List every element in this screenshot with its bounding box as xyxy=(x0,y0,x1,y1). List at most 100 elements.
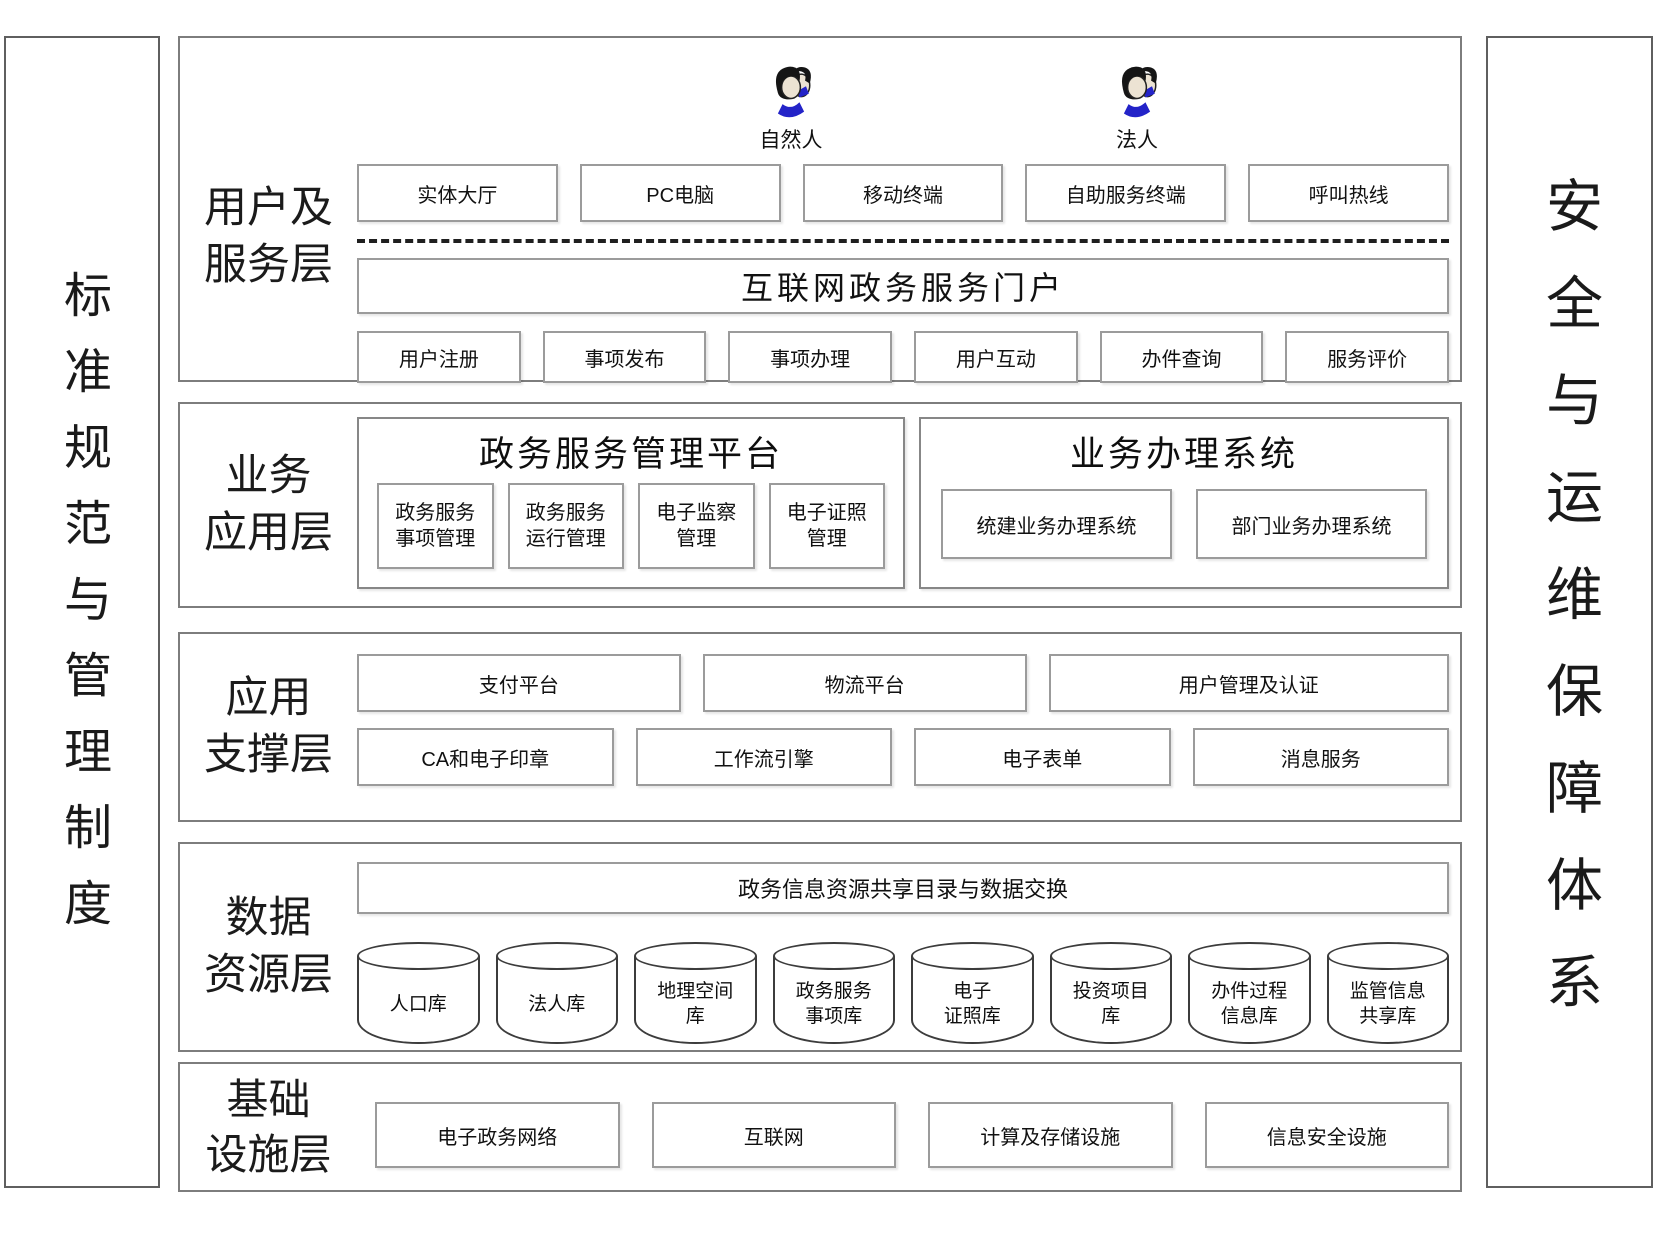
system-box: 统建业务办理系统 xyxy=(941,489,1172,559)
platform-module-box: 电子证照 管理 xyxy=(769,483,886,569)
data-exchange-box: 政务信息资源共享目录与数据交换 xyxy=(357,862,1449,914)
support-box: CA和电子印章 xyxy=(357,728,614,786)
service-mgmt-platform-group: 政务服务管理平台 政务服务 事项管理 政务服务 运行管理 电子监察 管理 xyxy=(357,417,905,589)
group-items: 统建业务办理系统 部门业务办理系统 xyxy=(921,483,1447,577)
channel-box: 实体大厅 xyxy=(357,164,558,222)
module-line: 管理 xyxy=(676,526,716,552)
facility-box: 互联网 xyxy=(652,1102,897,1168)
portal-function-row: 用户注册 事项发布 事项办理 用户互动 办件查询 服务评价 xyxy=(357,331,1449,383)
cylinder-top xyxy=(911,942,1034,970)
db-line: 库 xyxy=(686,1005,705,1030)
cylinder-top xyxy=(1188,942,1311,970)
db-line: 监管信息 xyxy=(1350,980,1426,1005)
user-service-layer-label: 用户及 服务层 xyxy=(180,38,357,380)
module-line: 运行管理 xyxy=(526,526,606,552)
label-line: 资源层 xyxy=(204,947,333,1004)
channel-box: 呼叫热线 xyxy=(1248,164,1449,222)
function-box: 事项办理 xyxy=(728,331,892,383)
app-support-layer: 应用 支撑层 支付平台 物流平台 用户管理及认证 CA和电子印章 工作流引擎 电… xyxy=(178,632,1462,822)
function-box: 事项发布 xyxy=(543,331,707,383)
support-box: 电子表单 xyxy=(914,728,1171,786)
business-app-layer: 业务 应用层 政务服务管理平台 政务服务 事项管理 政务服务 运行管理 xyxy=(178,402,1462,608)
data-resource-layer-label: 数据 资源层 xyxy=(180,844,357,1050)
natural-person: 自然人 xyxy=(743,60,839,154)
database-cylinder: 法人库 xyxy=(496,942,619,1044)
label-line: 用户及 xyxy=(204,180,333,237)
person-pair-icon xyxy=(767,60,815,120)
cylinder-top xyxy=(634,942,757,970)
db-line: 证照库 xyxy=(944,1005,1001,1030)
user-service-layer: 用户及 服务层 自然人 xyxy=(178,36,1462,382)
infrastructure-layer: 基础 设施层 电子政务网络 互联网 计算及存储设施 信息安全设施 xyxy=(178,1062,1462,1192)
cylinder-top xyxy=(357,942,480,970)
support-box: 消息服务 xyxy=(1193,728,1450,786)
module-line: 管理 xyxy=(807,526,847,552)
user-service-layer-content: 自然人 法人 实体大厅 PC电脑 移动终端 自助服务终端 xyxy=(357,38,1460,380)
dashed-separator xyxy=(357,239,1449,243)
module-line: 事项管理 xyxy=(395,526,475,552)
function-box: 办件查询 xyxy=(1100,331,1264,383)
database-cylinder: 电子 证照库 xyxy=(911,942,1034,1044)
label-line: 基础 xyxy=(226,1072,310,1127)
module-line: 电子监察 xyxy=(656,500,736,526)
support-row-1: 支付平台 物流平台 用户管理及认证 xyxy=(357,654,1449,712)
business-app-layer-label: 业务 应用层 xyxy=(180,404,357,606)
app-support-layer-label: 应用 支撑层 xyxy=(180,634,357,820)
support-box: 物流平台 xyxy=(703,654,1027,712)
label-line: 数据 xyxy=(226,890,312,947)
cylinder-top xyxy=(1050,942,1173,970)
support-box: 支付平台 xyxy=(357,654,681,712)
architecture-diagram: 标准规范与管理制度 安全与运维保障体系 用户及 服务层 自然人 xyxy=(0,0,1654,1260)
label-line: 设施层 xyxy=(205,1127,331,1182)
label-line: 应用 xyxy=(226,670,312,727)
db-line: 电子 xyxy=(953,980,991,1005)
facility-box: 计算及存储设施 xyxy=(928,1102,1173,1168)
person-pair-icon xyxy=(1113,60,1161,120)
system-box: 部门业务办理系统 xyxy=(1196,489,1427,559)
infrastructure-layer-content: 电子政务网络 互联网 计算及存储设施 信息安全设施 xyxy=(357,1064,1460,1190)
app-support-layer-content: 支付平台 物流平台 用户管理及认证 CA和电子印章 工作流引擎 电子表单 消息服… xyxy=(357,634,1460,820)
group-items: 政务服务 事项管理 政务服务 运行管理 电子监察 管理 电子证照 xyxy=(359,483,903,587)
actor-label: 法人 xyxy=(1116,124,1158,154)
data-resource-layer: 数据 资源层 政务信息资源共享目录与数据交换 人口库 法人库 xyxy=(178,842,1462,1052)
database-cylinder: 地理空间 库 xyxy=(634,942,757,1044)
database-cylinder: 投资项目 库 xyxy=(1050,942,1173,1044)
database-cylinder: 监管信息 共享库 xyxy=(1327,942,1450,1044)
facility-box: 电子政务网络 xyxy=(375,1102,620,1168)
group-title: 政务服务管理平台 xyxy=(359,419,903,483)
facility-box: 信息安全设施 xyxy=(1205,1102,1450,1168)
database-cylinder: 办件过程 信息库 xyxy=(1188,942,1311,1044)
label-line: 应用层 xyxy=(204,505,333,562)
internet-portal-box: 互联网政务服务门户 xyxy=(357,258,1449,314)
label-line: 业务 xyxy=(226,448,312,505)
cylinder-top xyxy=(773,942,896,970)
channel-box: PC电脑 xyxy=(580,164,781,222)
facility-row: 电子政务网络 互联网 计算及存储设施 信息安全设施 xyxy=(357,1102,1449,1168)
security-ops-pillar-label: 安全与运维保障体系 xyxy=(1529,176,1611,1049)
db-line: 政务服务 xyxy=(796,980,872,1005)
legal-person: 法人 xyxy=(1089,60,1185,154)
business-app-layer-content: 政务服务管理平台 政务服务 事项管理 政务服务 运行管理 电子监察 管理 xyxy=(357,404,1460,606)
actor-label: 自然人 xyxy=(760,124,823,154)
support-box: 用户管理及认证 xyxy=(1049,654,1450,712)
db-line: 事项库 xyxy=(805,1005,862,1030)
database-cylinder: 人口库 xyxy=(357,942,480,1044)
cylinder-top xyxy=(1327,942,1450,970)
module-line: 政务服务 xyxy=(526,500,606,526)
security-ops-pillar: 安全与运维保障体系 xyxy=(1486,36,1653,1188)
db-line: 投资项目 xyxy=(1073,980,1149,1005)
business-system-group: 业务办理系统 统建业务办理系统 部门业务办理系统 xyxy=(919,417,1449,589)
module-line: 政务服务 xyxy=(395,500,475,526)
infrastructure-layer-label: 基础 设施层 xyxy=(180,1064,357,1190)
channel-row: 实体大厅 PC电脑 移动终端 自助服务终端 呼叫热线 xyxy=(357,164,1449,222)
label-line: 支撑层 xyxy=(204,727,333,784)
database-row: 人口库 法人库 地理空间 库 xyxy=(357,942,1449,1044)
function-box: 用户互动 xyxy=(914,331,1078,383)
db-line: 共享库 xyxy=(1359,1005,1416,1030)
platform-module-box: 政务服务 运行管理 xyxy=(508,483,625,569)
db-line: 法人库 xyxy=(528,993,585,1018)
db-line: 办件过程 xyxy=(1211,980,1287,1005)
data-resource-layer-content: 政务信息资源共享目录与数据交换 人口库 法人库 xyxy=(357,844,1460,1050)
platform-module-box: 政务服务 事项管理 xyxy=(377,483,494,569)
platform-module-box: 电子监察 管理 xyxy=(638,483,755,569)
